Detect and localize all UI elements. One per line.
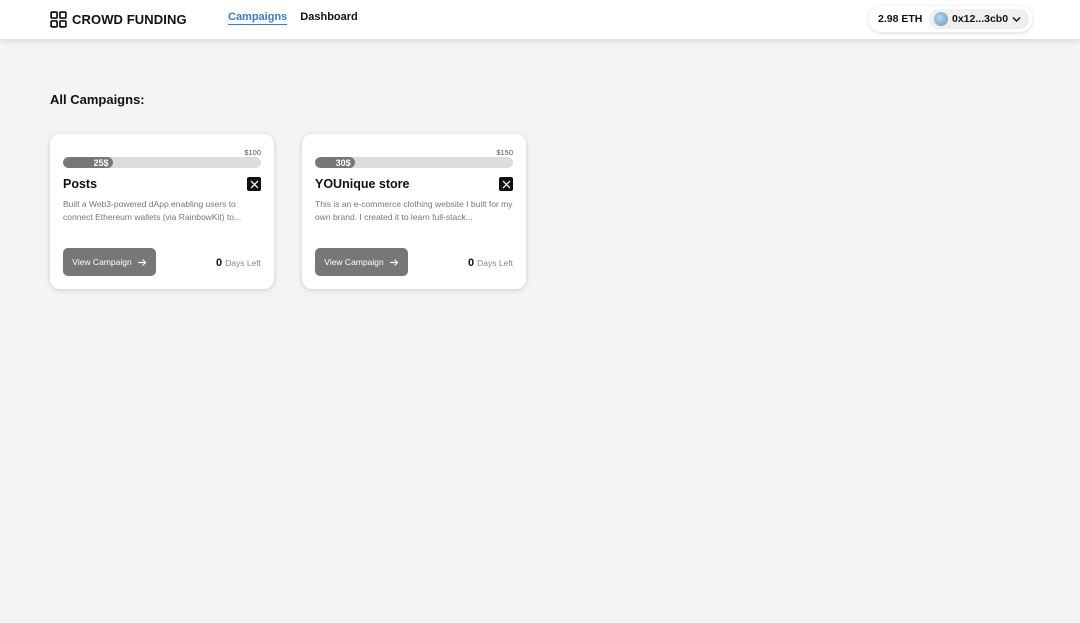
view-campaign-button[interactable]: View Campaign [315, 248, 408, 276]
account-button[interactable]: 0x12...3cb0 [929, 9, 1029, 29]
progress-bar: 25$ [63, 157, 261, 168]
progress-bar: 30$ [315, 157, 513, 168]
x-icon[interactable] [247, 177, 261, 191]
days-left-label: Days Left [477, 258, 513, 268]
logo[interactable]: CROWD FUNDING [50, 10, 187, 28]
section-title: All Campaigns: [50, 92, 145, 107]
chevron-down-icon [1012, 16, 1021, 22]
view-campaign-button[interactable]: View Campaign [63, 248, 156, 276]
campaign-title: YOUnique store [315, 177, 410, 191]
target-amount: $100 [244, 148, 261, 157]
campaign-title: Posts [63, 177, 98, 191]
avatar [934, 12, 948, 26]
logo-text: CROWD FUNDING [72, 11, 187, 27]
campaign-description: This is an e-commerce clothing website I… [315, 199, 513, 222]
view-campaign-label: View Campaign [72, 257, 132, 267]
campaign-card: $100 25$ Posts Built a Web3-powered dApp… [50, 134, 274, 289]
progress-fill: 25$ [63, 157, 113, 168]
campaign-card: $150 30$ YOUnique store This is an e-com… [302, 134, 526, 289]
campaign-description: Built a Web3-powered dApp enabling users… [63, 199, 242, 222]
view-campaign-label: View Campaign [324, 257, 384, 267]
wallet-widget: 2.98 ETH 0x12...3cb0 [869, 6, 1032, 32]
days-left-count: 0 [215, 257, 223, 269]
wallet-address: 0x12...3cb0 [952, 13, 1009, 25]
nav-dashboard[interactable]: Dashboard [300, 11, 357, 25]
arrow-right-icon [137, 258, 146, 266]
arrow-right-icon [389, 258, 398, 266]
progress-fill: 30$ [315, 157, 355, 168]
days-left-count: 0 [467, 257, 475, 269]
main-nav: Campaigns Dashboard [228, 11, 358, 25]
x-icon[interactable] [499, 177, 513, 191]
days-left: 0 Days Left [216, 257, 261, 269]
days-left-label: Days Left [225, 258, 261, 268]
grid-icon [50, 10, 67, 28]
days-left: 0 Days Left [468, 257, 513, 269]
nav-campaigns[interactable]: Campaigns [228, 11, 288, 25]
raised-amount: 30$ [335, 157, 351, 168]
eth-balance[interactable]: 2.98 ETH [869, 13, 929, 25]
raised-amount: 25$ [93, 157, 109, 168]
top-header: CROWD FUNDING Campaigns Dashboard 2.98 E… [0, 0, 1080, 39]
target-amount: $150 [496, 148, 513, 157]
